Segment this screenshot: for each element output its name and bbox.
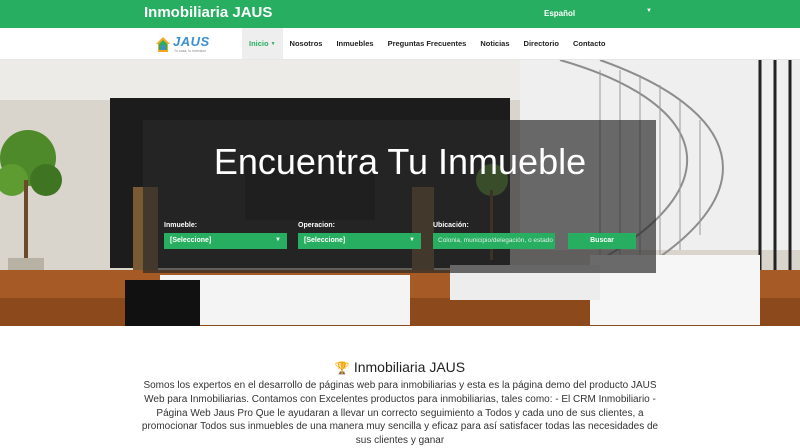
nav-item-label: Nosotros [289,39,323,48]
inmueble-label: Inmueble: [164,222,198,229]
search-button[interactable]: Buscar [568,233,636,249]
caret-down-icon: ▼ [270,40,276,47]
nav-item-label: Contacto [572,39,606,48]
nav-menu: Inicio ▼ Nosotros Inmuebles Preguntas Fre… [242,28,612,59]
nav-item-inmuebles[interactable]: Inmuebles [329,28,380,59]
nav-item-preguntas-frecuentes[interactable]: Preguntas Frecuentes [381,28,474,59]
nav-item-inicio[interactable]: Inicio ▼ [242,28,283,59]
chevron-down-icon: ▼ [409,237,415,243]
inmueble-select[interactable]: [Seleccione] ▼ [164,233,287,249]
main-navbar: JAUS Tu casa, tu inversion Inicio ▼ Nosot… [0,28,800,60]
house-logo-icon [156,37,170,52]
hero-title: Encuentra Tu Inmueble [213,141,587,182]
chevron-down-icon: ▼ [275,237,281,243]
trophy-icon: 🏆 [334,361,350,375]
nav-item-contacto[interactable]: Contacto [566,28,613,59]
operacion-select-value: [Seleccione] [304,237,346,244]
nav-item-label: Inmuebles [336,39,374,48]
about-heading: 🏆 Inmobiliaria JAUS [0,359,800,375]
nav-item-noticias[interactable]: Noticias [473,28,516,59]
operacion-label: Operacion: [298,222,335,229]
ubicacion-input[interactable]: Colonia, municipio/delegación, o estado [433,233,555,249]
site-logo[interactable]: JAUS Tu casa, tu inversion [155,34,215,56]
operacion-select[interactable]: [Seleccione] ▼ [298,233,421,249]
nav-item-label: Noticias [480,39,510,48]
inmueble-select-value: [Seleccione] [170,237,212,244]
nav-item-nosotros[interactable]: Nosotros [283,28,330,59]
site-title[interactable]: Inmobiliaria JAUS [144,4,272,21]
language-selector[interactable]: Español [544,9,575,18]
logo-text: JAUS [173,34,210,49]
ubicacion-label: Ubicación: [433,222,469,229]
about-description: Somos los expertos en el desarrollo de p… [141,380,659,447]
top-bar: Inmobiliaria JAUS Español ▼ [0,0,800,28]
nav-item-label: Directorio [523,39,559,48]
nav-item-label: Preguntas Frecuentes [387,39,467,48]
logo-tagline: Tu casa, tu inversion [174,49,207,53]
about-title: Inmobiliaria JAUS [353,359,466,375]
chevron-down-icon[interactable]: ▼ [646,8,652,14]
nav-item-directorio[interactable]: Directorio [517,28,566,59]
nav-item-label: Inicio [249,39,269,48]
